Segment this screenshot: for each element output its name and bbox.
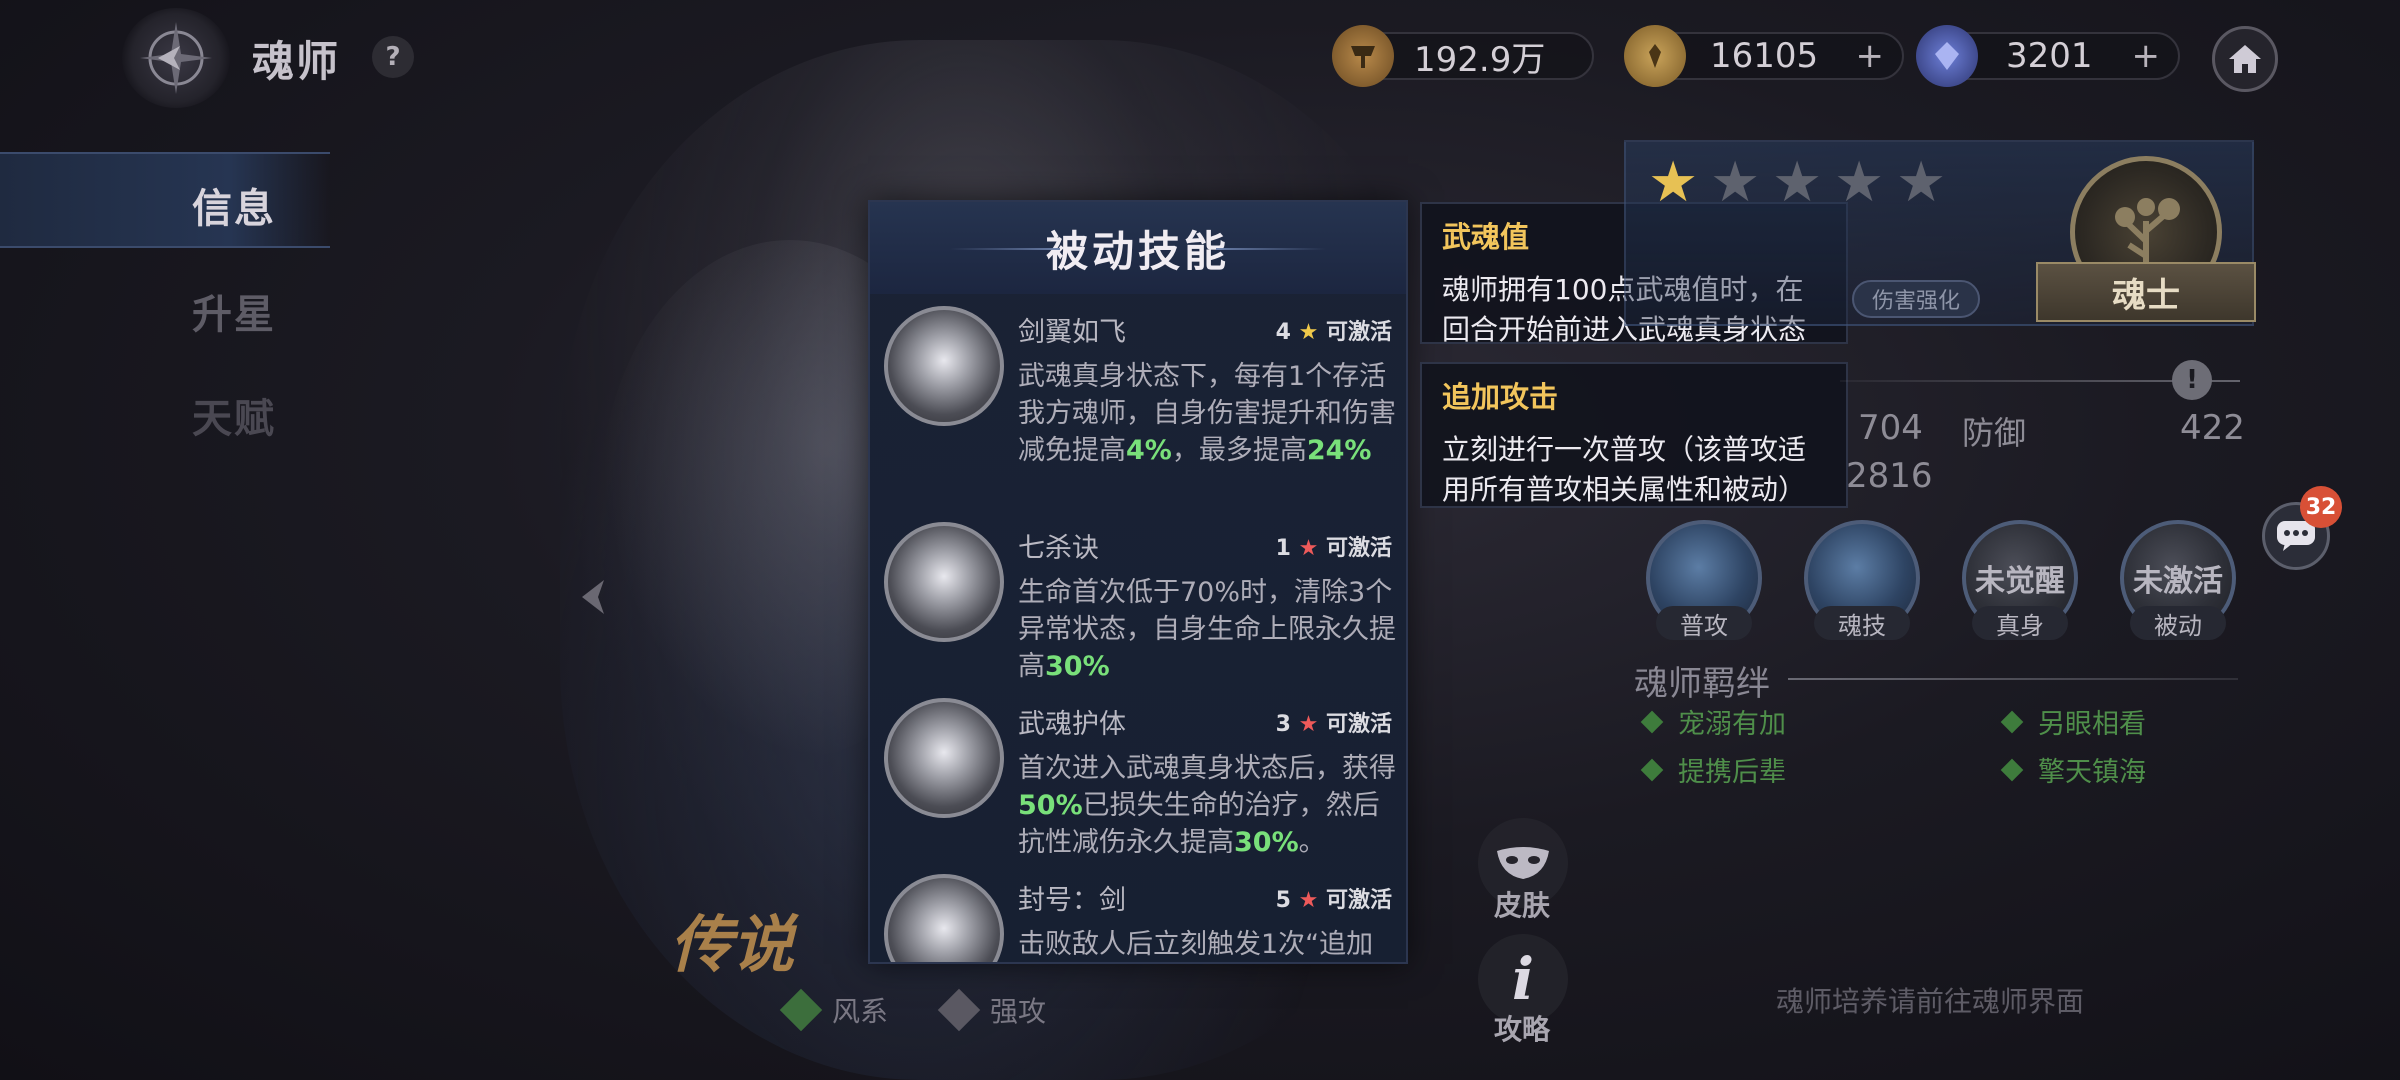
- skill-level: 1: [1275, 536, 1291, 561]
- skin-label: 皮肤: [1494, 889, 1551, 922]
- gold-coin-icon: [1624, 25, 1686, 87]
- resource-value: 3201: [2006, 36, 2093, 76]
- bond-item[interactable]: 擎天镇海: [2000, 750, 2146, 789]
- bond-item[interactable]: 另眼相看: [2000, 702, 2146, 741]
- resource-value: 16105: [1710, 36, 1819, 76]
- tab-talent[interactable]: 天赋: [192, 386, 276, 444]
- warning-icon[interactable]: !: [2172, 360, 2212, 400]
- tab-info[interactable]: 信息: [192, 176, 276, 234]
- skill-status: 可激活: [1325, 536, 1392, 561]
- ability-caption: 魂技: [1814, 606, 1910, 640]
- star-icon: ★: [1298, 320, 1319, 345]
- star-icon: ★: [1298, 536, 1319, 561]
- mask-icon: [1497, 847, 1549, 879]
- bonds-divider: [1788, 678, 2238, 680]
- tooltip-title: 追加攻击: [1442, 380, 1559, 414]
- panel-header: 被动技能: [870, 202, 1406, 294]
- ability-caption: 普攻: [1656, 606, 1752, 640]
- rank-banner: 魂士: [2036, 262, 2256, 322]
- star-icon: ★: [1896, 150, 1947, 215]
- star-icon: ★: [1834, 150, 1885, 215]
- chat-unread-badge: 32: [2300, 486, 2342, 528]
- skill-description: 首次进入武魂真身状态后，获得50%已损失生命的治疗，然后抗性减伤永久提高30%。: [1018, 753, 1396, 858]
- title-sword-skill-icon: [884, 874, 1004, 962]
- deco-line: [950, 248, 1060, 250]
- footer-hint: 魂师培养请前往魂师界面: [1776, 985, 2085, 1018]
- skill-item[interactable]: 七杀诀 1 ★ 可激活 生命首次低于70%时，清除3个异常状态，自身生命上限永久…: [884, 522, 1396, 692]
- ability-caption: 真身: [1972, 606, 2068, 640]
- star-icon: ★: [1772, 150, 1823, 215]
- stat-value-defense: 422: [2180, 408, 2245, 448]
- star-icon: ★: [1710, 150, 1761, 215]
- resource-trophy-coin: 192.9万: [1332, 25, 1594, 87]
- assault-class-icon: [937, 988, 981, 1032]
- skill-level: 5: [1275, 888, 1291, 913]
- resource-crystal-gem: 3201 +: [1916, 25, 2180, 87]
- skill-activate-status: 1 ★ 可激活: [1276, 530, 1392, 562]
- skill-description: 武魂真身状态下，每有1个存活我方魂师，自身伤害提升和伤害减免提高4%，最多提高2…: [1018, 361, 1396, 466]
- add-gold-button[interactable]: +: [1856, 36, 1885, 76]
- tab-info-highlight: [0, 152, 330, 248]
- skill-description: 生命首次低于70%时，清除3个异常状态，自身生命上限永久提高30%: [1018, 577, 1396, 682]
- stat-value: 2816: [1846, 456, 1933, 496]
- skill-level: 4: [1275, 320, 1291, 345]
- diamond-icon: [2000, 758, 2024, 781]
- skill-name: 七杀诀: [1018, 533, 1099, 564]
- skill-item[interactable]: 封号：剑 5 ★ 可激活 击败敌人后立刻触发1次“追加: [884, 874, 1396, 962]
- diamond-icon: [2000, 710, 2024, 733]
- home-button[interactable]: [2212, 26, 2278, 92]
- bond-item[interactable]: 宠溺有加: [1640, 702, 1786, 741]
- ability-caption: 被动: [2130, 606, 2226, 640]
- home-icon: [2229, 45, 2261, 73]
- passive-skills-panel: 被动技能 剑翼如飞 4 ★ 可激活 武魂真身状态下，每有1个存活我方魂师，自身伤…: [868, 200, 1408, 964]
- seven-kills-skill-icon: [884, 522, 1004, 642]
- stat-value: 704: [1858, 408, 1923, 448]
- skill-item[interactable]: 武魂护体 3 ★ 可激活 首次进入武魂真身状态后，获得50%已损失生命的治疗，然…: [884, 698, 1396, 868]
- stat-label-defense: 防御: [1962, 414, 2027, 452]
- tab-upgrade-star[interactable]: 升星: [192, 282, 276, 340]
- tooltip-extra-attack: 追加攻击 立刻进行一次普攻（该普攻适用所有普攻相关属性和被动）: [1420, 362, 1848, 508]
- soul-guard-skill-icon: [884, 698, 1004, 818]
- skill-activate-status: 3 ★ 可激活: [1276, 706, 1392, 738]
- wing-sword-skill-icon: [884, 306, 1004, 426]
- bond-item[interactable]: 提携后辈: [1640, 750, 1786, 789]
- star-icon: ★: [1298, 712, 1319, 737]
- crystal-gem-icon: [1916, 25, 1978, 87]
- skill-description: 击败敌人后立刻触发1次“追加: [1018, 929, 1374, 960]
- skill-name: 封号：剑: [1018, 885, 1126, 916]
- skill-item[interactable]: 剑翼如飞 4 ★ 可激活 武魂真身状态下，每有1个存活我方魂师，自身伤害提升和伤…: [884, 306, 1396, 506]
- help-button[interactable]: ?: [372, 36, 414, 78]
- star-icon: ★: [1298, 888, 1319, 913]
- guide-label: 攻略: [1494, 1013, 1551, 1046]
- panel-title: 被动技能: [1045, 226, 1230, 276]
- skill-name: 剑翼如飞: [1018, 317, 1126, 348]
- deco-line: [1216, 248, 1326, 250]
- add-crystal-button[interactable]: +: [2132, 36, 2161, 76]
- resource-gold-coin: 16105 +: [1624, 25, 1904, 87]
- resource-value: 192.9万: [1414, 39, 1546, 80]
- wind-element-icon: [779, 988, 823, 1032]
- compass-emblem-icon[interactable]: [122, 8, 230, 108]
- skill-status: 可激活: [1325, 712, 1392, 737]
- skill-status: 可激活: [1325, 888, 1392, 913]
- class-assault: 强攻: [937, 988, 1046, 1032]
- skill-activate-status: 4 ★ 可激活: [1276, 314, 1392, 346]
- tooltip-text: 立刻进行一次普攻（该普攻适用所有普攻相关属性和被动）: [1442, 433, 1807, 506]
- page-title: 魂师: [252, 37, 341, 86]
- skill-activate-status: 5 ★ 可激活: [1276, 882, 1392, 914]
- skill-name: 武魂护体: [1018, 709, 1126, 740]
- info-icon: i: [1511, 945, 1535, 1013]
- bonds-title: 魂师羁绊: [1634, 664, 1770, 704]
- diamond-icon: [1640, 758, 1664, 781]
- skill-status: 可激活: [1325, 320, 1392, 345]
- trophy-coin-icon: [1332, 25, 1394, 87]
- element-wind: 风系: [779, 988, 888, 1032]
- prev-hero-arrow-icon[interactable]: [570, 572, 620, 626]
- diamond-icon: [1640, 710, 1664, 733]
- damage-boost-badge: 伤害强化: [1852, 280, 1981, 318]
- star-icon: ★: [1648, 150, 1699, 215]
- skill-level: 3: [1275, 712, 1291, 737]
